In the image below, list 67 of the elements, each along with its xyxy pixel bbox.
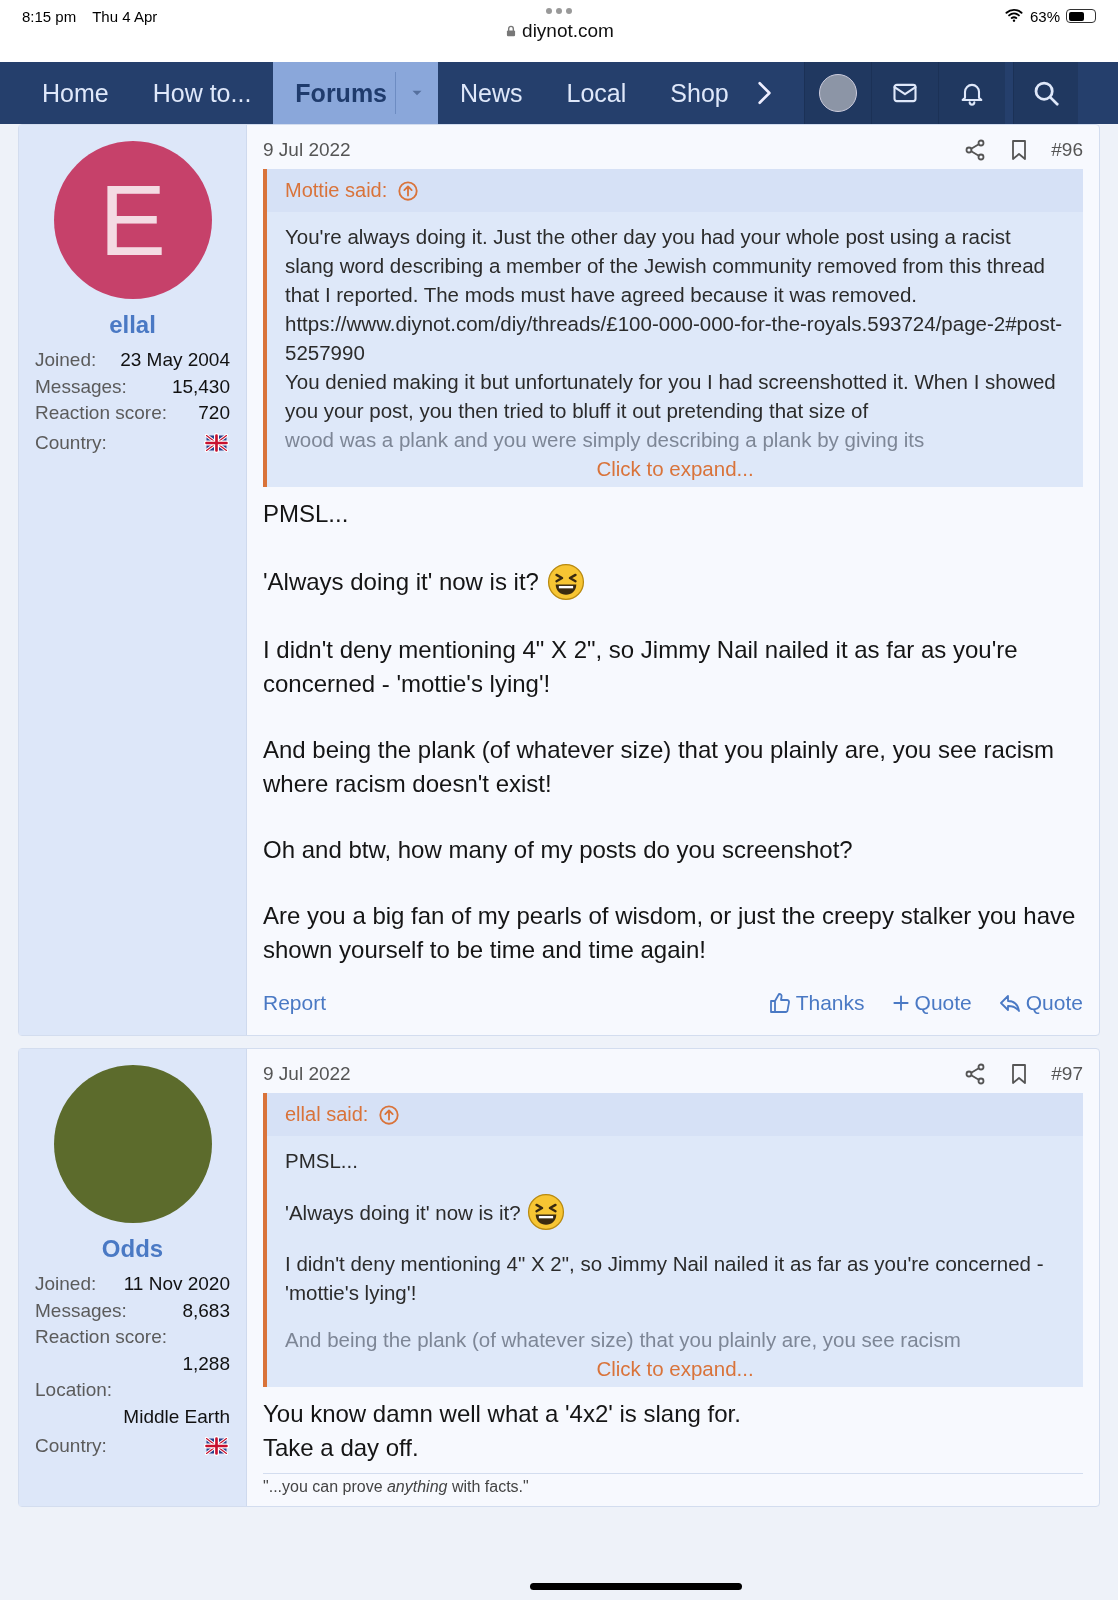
nav-tab[interactable]: News <box>438 62 545 124</box>
nav-tab[interactable]: Shop <box>648 62 751 124</box>
status-date: Thu 4 Apr <box>92 8 158 27</box>
post-text: Oh and btw, how many of my posts do you screenshot? <box>263 835 853 865</box>
post-date-link[interactable]: 9 Jul 2022 <box>263 1063 351 1085</box>
wifi-icon <box>1003 6 1024 24</box>
more-dots-icon[interactable] <box>546 8 572 14</box>
post-text: 'Always doing it' now is it? <box>263 567 539 597</box>
quote-text: 'Always doing it' now is it? <box>285 1199 521 1226</box>
thumbs-up-icon <box>767 991 792 1015</box>
post-text: Are you a big fan of my pearls of wisdom, or just the creepy stalker you have shown yourself to be time and time again! <box>263 901 1077 965</box>
stat-value: 720 <box>198 401 230 425</box>
post-number-link[interactable]: #96 <box>1051 139 1083 161</box>
nav-tab[interactable]: Local <box>544 62 649 124</box>
quote-author-link[interactable]: Mottie said: <box>285 179 388 202</box>
multi-quote-button[interactable]: Quote <box>890 991 972 1015</box>
signature-text: "...you can prove anything with facts." <box>263 1473 1083 1496</box>
quote-author-link[interactable]: ellal said: <box>285 1103 369 1126</box>
nav-tab[interactable]: Home <box>20 62 131 124</box>
search-button[interactable] <box>1013 62 1078 124</box>
quote-button[interactable]: Quote <box>997 991 1083 1015</box>
quote-text: I didn't deny mentioning 4" X 2", so Jimmy Nail nailed it as far as you're concerned - 'mottie's lying'! <box>285 1251 1045 1306</box>
stat-label: Location: <box>35 1378 113 1402</box>
faded-quote-text: And being the plank (of whatever size) that you plainly are, you see racism <box>285 1327 962 1353</box>
expand-link[interactable]: Click to expand... <box>285 454 1065 483</box>
quote-text: You denied making it but unfortunately for you I had screenshotted it. When I showed you your post, you then tried to bluff it out pretending that size of <box>285 369 1057 424</box>
post-text: You know damn well what a '4x2' is slang for. Take a day off. <box>263 1399 741 1463</box>
post-date-link[interactable]: 9 Jul 2022 <box>263 139 351 161</box>
uk-flag-icon <box>203 1436 230 1456</box>
stat-label: Joined: <box>35 1272 97 1296</box>
stat-label: Reaction score: <box>35 1325 167 1349</box>
battery-percent: 63% <box>1029 7 1060 25</box>
stat-label: Reaction score: <box>35 401 167 425</box>
stat-value: 11 Nov 2020 <box>123 1272 230 1296</box>
avatar-icon <box>819 74 857 112</box>
nav-tab[interactable]: How to... <box>130 62 274 124</box>
stat-label: Country: <box>35 1434 107 1458</box>
stat-value: 23 May 2004 <box>120 348 230 372</box>
post-text: PMSL... <box>263 499 349 529</box>
stat-value: 1,288 <box>181 1351 230 1376</box>
username-link[interactable]: Odds <box>35 1235 230 1263</box>
uk-flag-icon <box>203 432 230 453</box>
avatar-letter[interactable]: E <box>53 141 212 299</box>
stat-label: Country: <box>35 430 107 455</box>
username-link[interactable]: ellal <box>35 311 230 339</box>
status-time: 8:15 pm <box>22 8 77 27</box>
faded-quote-text: wood was a plank and you were simply describing a plank by giving its <box>285 427 926 453</box>
stat-label: Messages: <box>35 1298 127 1323</box>
post-text: I didn't deny mentioning 4" X 2", so Jimmy Nail nailed it as far as you're concerned - 'mottie's lying'! <box>263 635 1019 699</box>
stat-value: 15,430 <box>171 374 230 399</box>
post-number-link[interactable]: #97 <box>1051 1063 1083 1085</box>
stat-value: Middle Earth <box>122 1404 230 1429</box>
inbox-button[interactable] <box>871 62 938 124</box>
battery-icon <box>1066 9 1096 23</box>
expand-link[interactable]: Click to expand... <box>285 1354 1065 1383</box>
stat-value: 8,683 <box>182 1298 230 1323</box>
stat-label: Joined: <box>35 348 97 372</box>
quote-text: You're always doing it. Just the other day you had your whole post using a racist slang word describing a member of the Jewish community removed from this thread that I reported. The mods must have agreed because it was removed. https://www.diynot.com/diy/threads/£100-000-000-for-the-royals.593724/page-2#post-5257990 <box>285 224 1064 366</box>
address-url[interactable]: diynot.com <box>522 20 614 42</box>
quote-text: PMSL... <box>285 1148 358 1174</box>
report-link[interactable]: Report <box>263 991 327 1015</box>
stat-label: Messages: <box>35 374 127 399</box>
nav-tab[interactable]: Forums <box>273 62 439 124</box>
alerts-button[interactable] <box>938 62 1005 124</box>
account-button[interactable] <box>804 62 871 124</box>
post-text: And being the plank (of whatever size) that you plainly are, you see racism where racism doesn't exist! <box>263 735 1056 799</box>
thanks-button[interactable]: Thanks <box>767 991 865 1015</box>
